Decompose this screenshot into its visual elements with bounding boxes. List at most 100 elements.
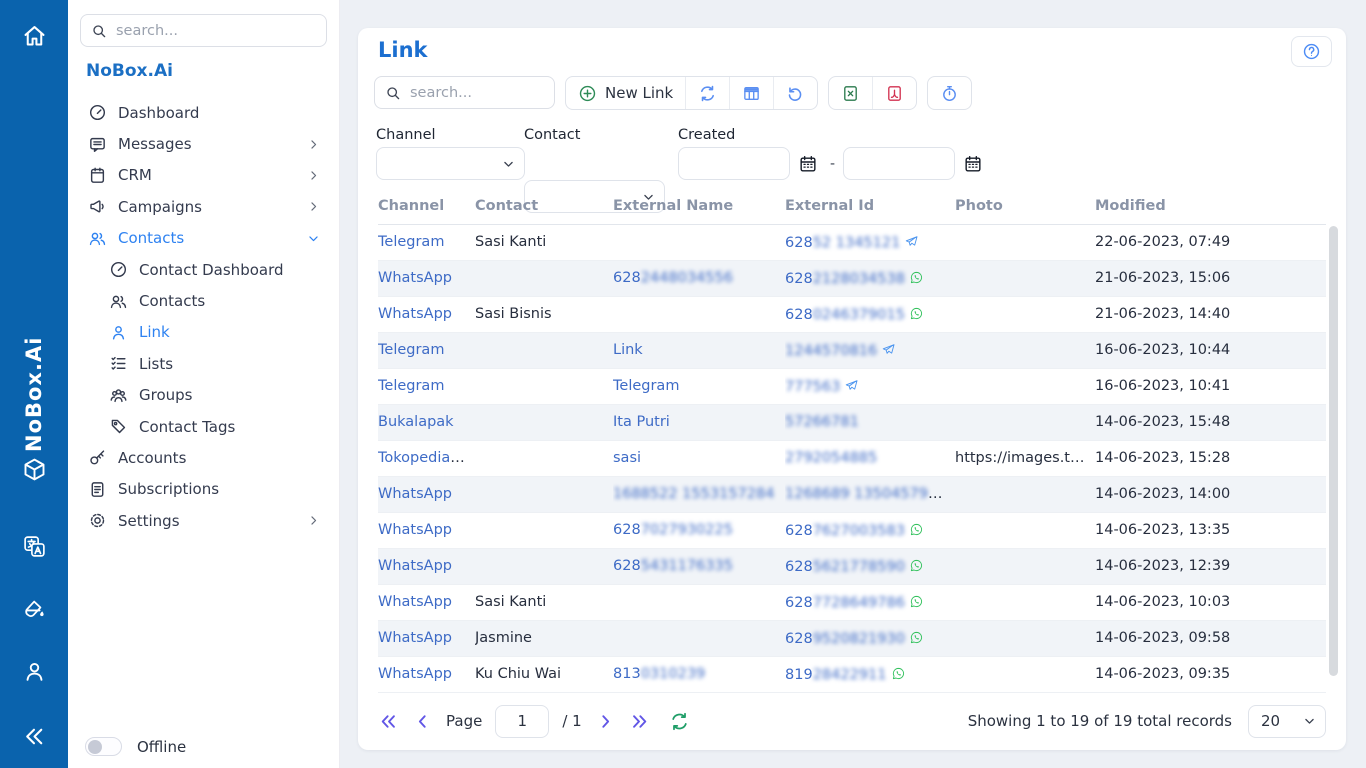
page-label: Page (446, 712, 482, 730)
sidebar-item-messages[interactable]: Messages (68, 128, 339, 159)
calendar-icon[interactable] (798, 152, 822, 176)
sync-icon (698, 84, 717, 103)
redacted-text: 2448034556 (641, 270, 733, 286)
sidebar-subitem-link[interactable]: Link (68, 317, 339, 348)
channel-link[interactable]: WhatsApp (378, 486, 452, 502)
pagination-bar: Page / 1 Showing 1 to 19 of 19 total rec… (378, 704, 1326, 738)
table-scrollbar[interactable] (1329, 226, 1338, 676)
sidebar-item-campaigns[interactable]: Campaigns (68, 191, 339, 222)
table-view-button[interactable] (729, 77, 773, 109)
cell-link[interactable]: 6287728649786 (785, 595, 905, 611)
sidebar-search-input[interactable] (80, 14, 327, 47)
cell-link[interactable]: 6282448034556 (613, 270, 733, 286)
cell-link[interactable]: 62852 1345121 (785, 235, 900, 251)
cell-channel: WhatsApp (378, 476, 475, 512)
translate-icon[interactable] (13, 525, 55, 567)
cell-channel: WhatsApp (378, 584, 475, 620)
cell-modified: 16-06-2023, 10:44 (1095, 332, 1326, 368)
sidebar-item-label: Messages (118, 135, 307, 153)
redacted-text: 52 1345121 (813, 235, 901, 251)
table-search-input[interactable] (374, 76, 555, 109)
user-icon[interactable] (13, 650, 55, 692)
chevron-right-icon (307, 200, 320, 213)
sidebar-subitem-lists[interactable]: Lists (68, 348, 339, 379)
created-to-input[interactable] (843, 147, 955, 180)
page-size-select[interactable]: 20 (1249, 706, 1325, 737)
sidebar-item-settings[interactable]: Settings (68, 505, 339, 536)
cell-link[interactable]: 6287627003583 (785, 523, 905, 539)
calendar-icon[interactable] (963, 152, 987, 176)
channel-link[interactable]: WhatsApp (378, 270, 452, 286)
cell-external-id: 62852 1345121 (785, 224, 955, 260)
cell-link[interactable]: 777563 (785, 379, 840, 395)
cell-link[interactable]: 1268689 135045796... (785, 486, 951, 502)
new-link-button[interactable]: New Link (566, 77, 685, 109)
first-page-icon[interactable] (378, 711, 399, 732)
page-number-input[interactable] (495, 705, 549, 738)
channel-link[interactable]: WhatsApp (378, 558, 452, 574)
cell-link[interactable]: 6280246379015 (785, 307, 905, 323)
cell-link[interactable]: Link (613, 342, 643, 358)
refresh-button[interactable] (685, 77, 729, 109)
main-area: Link New Link Channel Contact Created - (340, 0, 1366, 768)
redacted-text: 1268689 135045796 (785, 486, 937, 502)
cell-link[interactable]: 6289520821930 (785, 631, 905, 647)
channel-link[interactable]: Tokopedia.... (378, 450, 469, 466)
cell-contact (475, 440, 613, 476)
cell-photo (955, 368, 1095, 404)
reset-button[interactable] (773, 77, 817, 109)
cell-link[interactable]: Telegram (613, 378, 679, 394)
cell-link[interactable]: 1688522 1553157284 (613, 486, 774, 502)
cell-link[interactable]: 8130310239 (613, 666, 705, 682)
export-excel-button[interactable] (829, 77, 872, 109)
cell-link[interactable]: 2792054885 (785, 450, 877, 466)
help-button[interactable] (1291, 36, 1332, 67)
sidebar-subitem-contacts[interactable]: Contacts (68, 285, 339, 316)
sidebar-subitem-groups[interactable]: Groups (68, 380, 339, 411)
paint-bucket-icon[interactable] (13, 588, 55, 630)
sidebar-item-crm[interactable]: CRM (68, 160, 339, 191)
sidebar-item-contacts[interactable]: Contacts (68, 223, 339, 254)
home-icon[interactable] (13, 14, 55, 56)
cell-link[interactable]: 6285621778590 (785, 559, 905, 575)
cell-link[interactable]: 81928422911 (785, 667, 887, 683)
created-from-input[interactable] (678, 147, 790, 180)
offline-toggle[interactable] (85, 737, 122, 756)
reload-icon[interactable] (669, 711, 690, 732)
channel-filter-select[interactable] (377, 148, 524, 179)
cell-link[interactable]: 57266781 (785, 414, 859, 430)
sidebar-subitem-contact-tags[interactable]: Contact Tags (68, 411, 339, 442)
cell-link[interactable]: Ita Putri (613, 414, 670, 430)
sidebar-item-accounts[interactable]: Accounts (68, 442, 339, 473)
channel-link[interactable]: Telegram (378, 342, 444, 358)
channel-link[interactable]: WhatsApp (378, 594, 452, 610)
channel-link[interactable]: WhatsApp (378, 522, 452, 538)
cell-link[interactable]: 6282128034538 (785, 271, 905, 287)
cell-link[interactable]: 6287027930225 (613, 522, 733, 538)
sidebar-item-subscriptions[interactable]: Subscriptions (68, 474, 339, 505)
export-pdf-button[interactable] (872, 77, 916, 109)
channel-link[interactable]: WhatsApp (378, 666, 452, 682)
sidebar-subitem-contact-dashboard[interactable]: Contact Dashboard (68, 254, 339, 285)
column-header-contact: Contact (475, 194, 613, 224)
channel-link[interactable]: Telegram (378, 378, 444, 394)
cell-contact (475, 476, 613, 512)
cell-link[interactable]: 6285431176335 (613, 558, 733, 574)
table-row: WhatsApp 1688522 1553157284 1268689 135045… (378, 476, 1326, 512)
sidebar-item-dashboard[interactable]: Dashboard (68, 97, 339, 128)
collapse-sidebar-icon[interactable] (13, 715, 55, 757)
prev-page-icon[interactable] (412, 711, 433, 732)
channel-link[interactable]: WhatsApp (378, 306, 452, 322)
cell-external-id: 1268689 135045796... (785, 476, 955, 512)
channel-link[interactable]: WhatsApp (378, 630, 452, 646)
next-page-icon[interactable] (595, 711, 616, 732)
whatsapp-icon (909, 630, 924, 645)
schedule-button[interactable] (928, 77, 971, 109)
channel-link[interactable]: Telegram (378, 234, 444, 250)
last-page-icon[interactable] (629, 711, 650, 732)
cell-link[interactable]: 1244570816 (785, 343, 877, 359)
cell-link[interactable]: sasi (613, 450, 641, 466)
cell-external-id: 6280246379015 (785, 296, 955, 332)
column-header-channel: Channel (378, 194, 475, 224)
channel-link[interactable]: Bukalapak (378, 414, 454, 430)
